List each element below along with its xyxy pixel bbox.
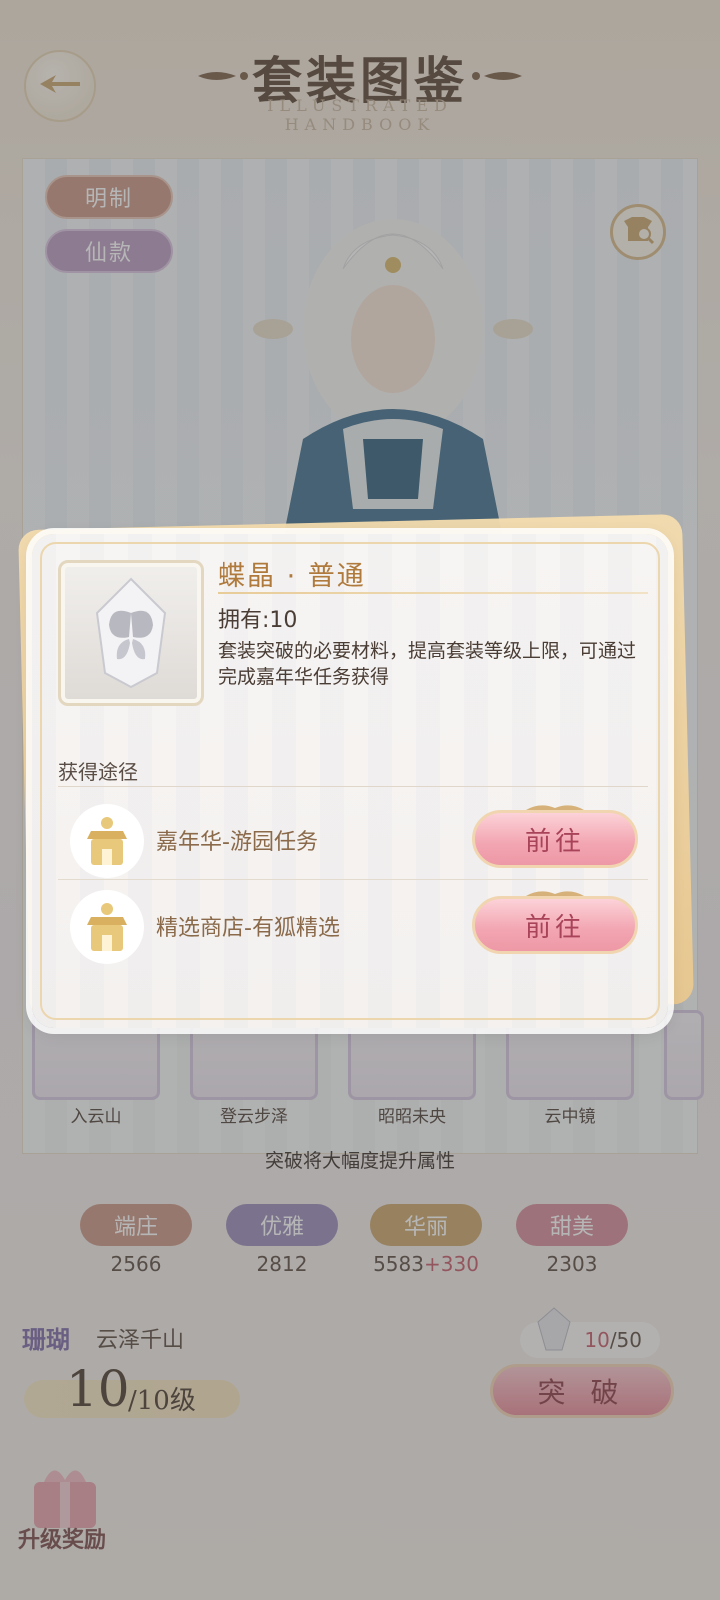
source-section-title: 获得途径 [58, 760, 138, 784]
source-label: 嘉年华-游园任务 [156, 830, 318, 855]
butterfly-crystal-icon [95, 577, 167, 689]
source-row: 精选商店-有狐精选 前往 [58, 880, 648, 966]
shop-icon [70, 890, 144, 964]
item-detail-popup: 蝶晶 · 普通 拥有:10 套装突破的必要材料，提高套装等级上限，可通过完成嘉年… [32, 534, 668, 1028]
shop-icon [70, 804, 144, 878]
source-label: 精选商店-有狐精选 [156, 916, 340, 941]
item-description: 套装突破的必要材料，提高套装等级上限，可通过完成嘉年华任务获得 [218, 640, 637, 688]
go-button[interactable]: 前往 [472, 810, 638, 868]
item-owned-count: 拥有:10 [218, 608, 298, 633]
item-icon-frame [58, 560, 204, 706]
source-row: 嘉年华-游园任务 前往 [58, 794, 648, 880]
item-name: 蝶晶 · 普通 [218, 561, 366, 592]
go-button[interactable]: 前往 [472, 896, 638, 954]
